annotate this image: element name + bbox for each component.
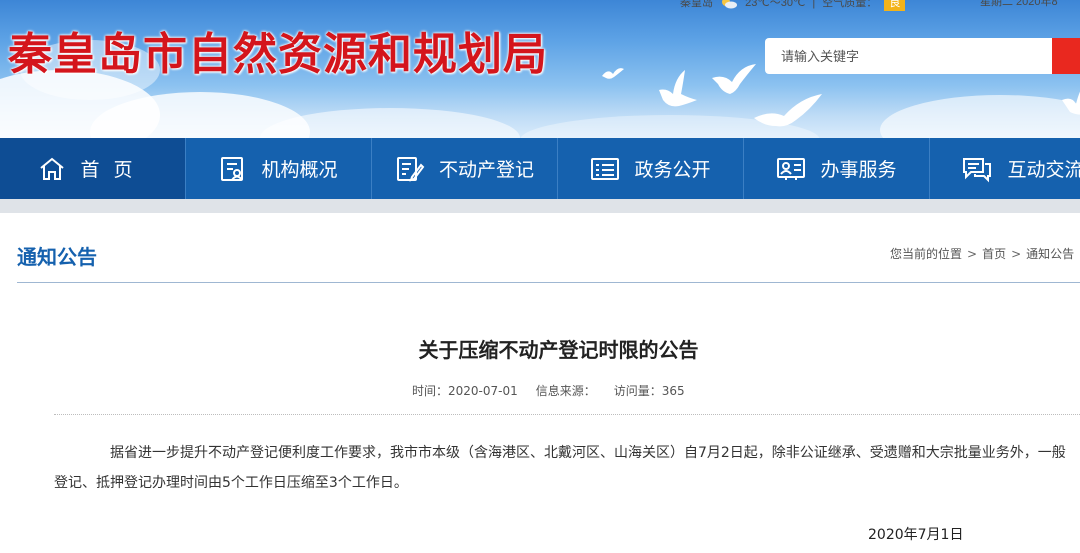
main-nav: 首页 机构概况 不动产登记 政务公开 办事服务 互动交流 (0, 138, 1080, 199)
cloud-decoration (880, 95, 1080, 138)
air-quality-label: 空气质量： (822, 0, 878, 9)
organization-icon (221, 156, 244, 181)
air-quality-badge: 良 (884, 0, 906, 11)
nav-item-government-affairs[interactable]: 政务公开 (558, 138, 744, 199)
breadcrumb-home-link[interactable]: 首页 (982, 247, 1006, 261)
article-title: 关于压缩不动产登记时限的公告 (418, 338, 699, 362)
article-meta: 时间：2020-07-01 信息来源： 访问量：365 (412, 382, 703, 399)
nav-item-home[interactable]: 首页 (0, 138, 186, 199)
date-text: 星期二 2020年8 (980, 0, 1058, 8)
nav-label-real-estate-registration: 不动产登记 (438, 159, 534, 181)
search-input[interactable] (765, 38, 1053, 74)
site-title[interactable]: 秦皇岛市自然资源和规划局 (8, 18, 548, 82)
article-sign-date: 2020年7月1日 (868, 527, 964, 543)
search-button[interactable] (1052, 38, 1080, 74)
list-icon (591, 157, 620, 180)
nav-label-interaction: 互动交流 (1007, 159, 1080, 181)
section-title: 通知公告 (17, 245, 97, 269)
nav-label-organization: 机构概况 (261, 159, 338, 181)
nav-label-government-affairs: 政务公开 (634, 159, 711, 181)
nav-item-organization[interactable]: 机构概况 (186, 138, 372, 199)
header-banner: 秦皇岛市自然资源和规划局 秦皇岛 23℃～30℃ | 空气质量： 良 星期二 2… (0, 0, 1080, 138)
dove-icon (659, 70, 697, 107)
cloud-decoration (260, 108, 520, 138)
article-body: 据省进一步提升不动产登记便利度工作要求，我市市本级（含海港区、北戴河区、山海关区… (54, 445, 1066, 491)
register-icon (396, 156, 425, 182)
article-views: 访问量：365 (613, 384, 685, 398)
breadcrumb-separator: > (1011, 247, 1022, 261)
breadcrumb-prefix: 您当前的位置 (890, 247, 963, 261)
home-icon (40, 157, 65, 180)
article-time: 时间：2020-07-01 (412, 384, 518, 398)
nav-label-home: 首页 (80, 159, 147, 181)
nav-divider-strip (0, 199, 1080, 213)
nav-item-services[interactable]: 办事服务 (744, 138, 930, 199)
partly-cloudy-icon (722, 0, 738, 9)
chat-icon (963, 157, 992, 182)
dove-icon (754, 94, 822, 127)
dove-icon (602, 68, 624, 79)
service-icon (777, 157, 806, 180)
article-divider (54, 414, 1080, 415)
weather-info: 秦皇岛 23℃～30℃ | 空气质量： 良 (680, 0, 906, 11)
nav-item-interaction[interactable]: 互动交流 (930, 138, 1080, 199)
city-name: 秦皇岛 (680, 0, 713, 9)
temperature: 23℃～30℃ (745, 0, 806, 9)
breadcrumb: 您当前的位置 > 首页 > 通知公告 (890, 245, 1074, 262)
dove-icon (1062, 91, 1080, 115)
breadcrumb-current-link[interactable]: 通知公告 (1026, 247, 1074, 261)
nav-label-services: 办事服务 (820, 159, 897, 181)
section-divider (17, 282, 1080, 283)
nav-item-real-estate-registration[interactable]: 不动产登记 (372, 138, 558, 199)
breadcrumb-separator: > (967, 247, 978, 261)
article-source: 信息来源： (535, 384, 596, 398)
